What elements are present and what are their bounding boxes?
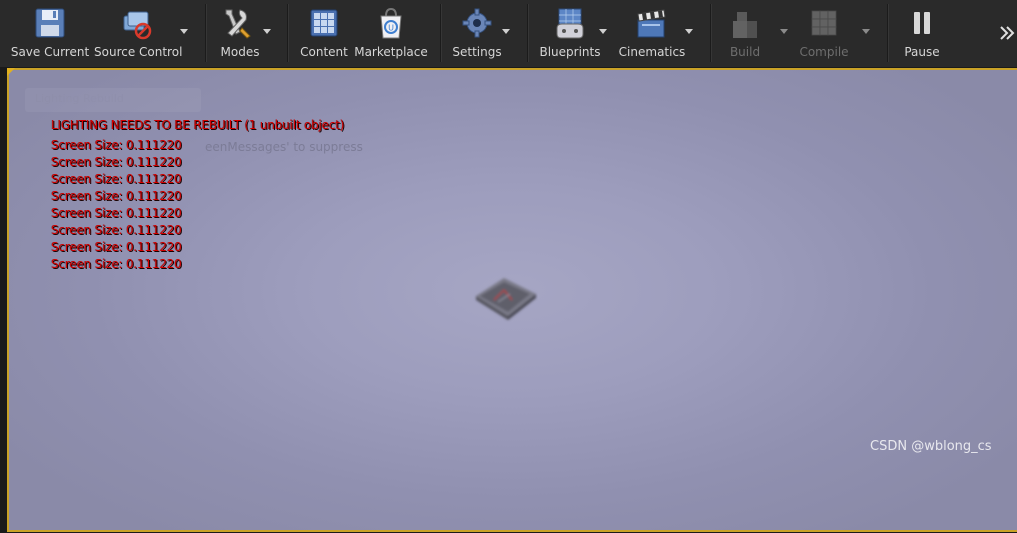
screen-size-message: Screen Size: 0.111220 <box>51 240 182 254</box>
source-control-dropdown-caret[interactable] <box>179 26 189 36</box>
modes-icon <box>225 9 251 39</box>
main-toolbar: Save Current Source Control Modes Conten… <box>0 0 1017 69</box>
source-control-button[interactable]: Source Control <box>94 0 182 66</box>
suppress-hint-text: eenMessages' to suppress <box>205 140 363 154</box>
compile-label: Compile <box>799 45 849 59</box>
pause-icon <box>914 12 930 34</box>
screen-size-message: Screen Size: 0.111220 <box>51 138 182 152</box>
toolbar-separator <box>205 4 206 62</box>
source-control-icon <box>123 11 152 40</box>
compile-dropdown-caret[interactable] <box>861 26 871 36</box>
toolbar-separator <box>710 4 711 62</box>
save-current-label: Save Current <box>10 45 90 59</box>
content-icon <box>310 9 338 37</box>
toolbar-separator <box>440 4 441 62</box>
build-button[interactable]: Build <box>718 0 772 66</box>
scene-object[interactable] <box>472 272 538 324</box>
screen-size-message: Screen Size: 0.111220 <box>51 155 182 169</box>
double-chevron-right-icon[interactable] <box>999 25 1015 41</box>
compile-button[interactable]: Compile <box>794 0 854 66</box>
toolbar-separator <box>527 4 528 62</box>
settings-dropdown-caret[interactable] <box>501 26 511 36</box>
content-label: Content <box>300 45 348 59</box>
screen-size-message: Screen Size: 0.111220 <box>51 257 182 271</box>
build-label: Build <box>729 45 761 59</box>
compile-icon <box>811 10 837 36</box>
svg-text:U: U <box>388 24 394 33</box>
modes-dropdown-caret[interactable] <box>262 26 272 36</box>
toolbar-separator <box>287 4 288 62</box>
source-control-label: Source Control <box>94 45 183 59</box>
save-current-button[interactable]: Save Current <box>8 0 92 66</box>
marketplace-button[interactable]: U Marketplace <box>354 0 428 66</box>
level-viewport[interactable]: Lighting Rebuild eenMessages' to suppres… <box>7 68 1017 532</box>
blueprints-label: Blueprints <box>539 45 601 59</box>
build-icon <box>733 12 757 38</box>
pause-button[interactable]: Pause <box>896 0 948 66</box>
screen-size-message: Screen Size: 0.111220 <box>51 206 182 220</box>
settings-icon <box>462 8 492 38</box>
cinematics-dropdown-caret[interactable] <box>684 26 694 36</box>
watermark-text: CSDN @wblong_cs <box>870 439 992 454</box>
save-icon <box>35 8 65 38</box>
blueprints-button[interactable]: Blueprints <box>536 0 604 66</box>
marketplace-label: Marketplace <box>354 45 428 59</box>
cinematics-button[interactable]: Cinematics <box>616 0 688 66</box>
screen-size-message: Screen Size: 0.111220 <box>51 223 182 237</box>
marketplace-icon: U <box>380 7 402 39</box>
build-dropdown-caret[interactable] <box>779 26 789 36</box>
settings-button[interactable]: Settings <box>448 0 506 66</box>
modes-button[interactable]: Modes <box>210 0 270 66</box>
content-button[interactable]: Content <box>296 0 352 66</box>
screen-size-message: Screen Size: 0.111220 <box>51 172 182 186</box>
screen-size-message: Screen Size: 0.111220 <box>51 189 182 203</box>
cinematics-label: Cinematics <box>618 45 686 59</box>
toolbar-separator <box>887 4 888 62</box>
modes-label: Modes <box>220 45 260 59</box>
cinematics-icon <box>637 9 666 38</box>
settings-label: Settings <box>452 45 502 59</box>
viewport-ghost-label: Lighting Rebuild <box>35 92 124 105</box>
lighting-rebuild-message: LIGHTING NEEDS TO BE REBUILT (1 unbuilt … <box>51 118 345 132</box>
blueprints-icon <box>556 8 584 39</box>
viewport-corner-marker <box>7 68 15 76</box>
pause-label: Pause <box>904 45 940 59</box>
blueprints-dropdown-caret[interactable] <box>598 26 608 36</box>
